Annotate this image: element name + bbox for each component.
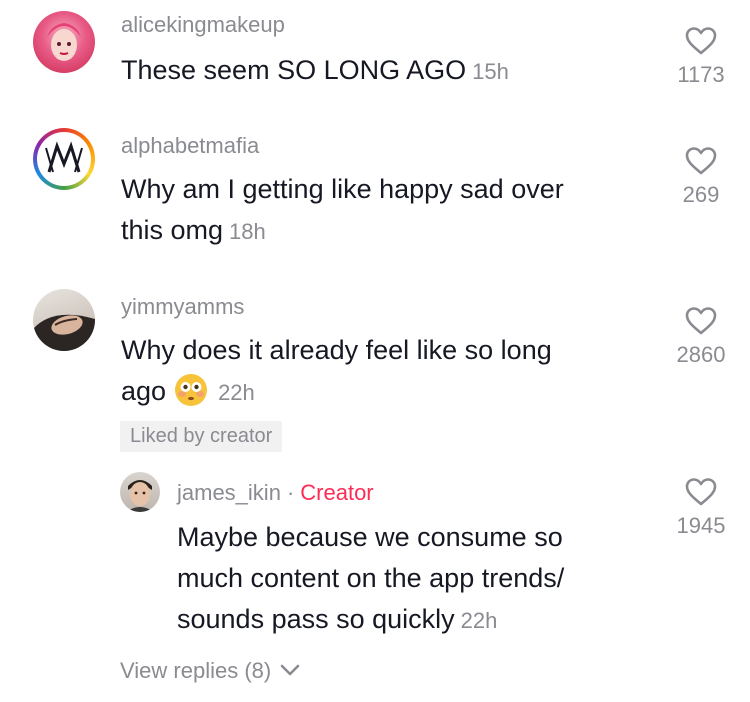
separator: · bbox=[286, 480, 295, 505]
reply-time: 22h bbox=[460, 608, 498, 633]
heart-outline-icon bbox=[685, 478, 717, 506]
avatar[interactable] bbox=[33, 289, 95, 351]
comment-body-line: ago 22h bbox=[121, 371, 552, 413]
comment-body: this omg bbox=[121, 215, 224, 245]
liked-by-creator-badge: Liked by creator bbox=[120, 421, 283, 452]
like-count: 1173 bbox=[677, 62, 725, 87]
avatar[interactable] bbox=[120, 472, 160, 512]
reply-header: james_ikin · Creator bbox=[177, 480, 374, 506]
comment-text: Why am I getting like happy sad over thi… bbox=[121, 169, 564, 252]
avatar-face-icon bbox=[33, 314, 95, 351]
comment-username[interactable]: alphabetmafia bbox=[121, 133, 259, 159]
reply-body-line: Maybe because we consume so bbox=[177, 522, 563, 552]
view-replies-button[interactable]: View replies (8) bbox=[120, 658, 301, 684]
reply-body: sounds pass so quickly bbox=[177, 604, 455, 634]
like-count: 269 bbox=[682, 182, 720, 207]
comment-time: 18h bbox=[229, 219, 266, 244]
creator-label: Creator bbox=[300, 480, 374, 505]
reply-text: Maybe because we consume so much content… bbox=[177, 517, 564, 641]
heart-outline-icon bbox=[685, 307, 717, 335]
like-button[interactable]: 1945 bbox=[656, 477, 746, 539]
avatar[interactable] bbox=[33, 128, 95, 190]
comment-body-line: Why am I getting like happy sad over bbox=[121, 174, 564, 204]
comment-time: 15h bbox=[472, 59, 509, 84]
comment-body-line: Why does it already feel like so long bbox=[121, 335, 552, 365]
like-button[interactable]: 1173 bbox=[656, 26, 746, 88]
comment-body-line: this omg 18h bbox=[121, 210, 564, 252]
comment-time: 22h bbox=[218, 380, 255, 405]
avatar-face-icon bbox=[47, 23, 81, 61]
comment-text: These seem SO LONG AGO 15h bbox=[121, 50, 509, 92]
view-replies-label: View replies (8) bbox=[120, 658, 272, 683]
comment-text: Why does it already feel like so long ag… bbox=[121, 330, 552, 413]
comment-body: These seem SO LONG AGO bbox=[121, 55, 467, 85]
heart-outline-icon bbox=[685, 147, 717, 175]
heart-outline-icon bbox=[685, 27, 717, 55]
like-button[interactable]: 2860 bbox=[656, 306, 746, 368]
reply-username[interactable]: james_ikin bbox=[177, 480, 281, 505]
like-button[interactable]: 269 bbox=[656, 146, 746, 208]
avatar-face-icon bbox=[126, 480, 154, 512]
like-count: 2860 bbox=[676, 342, 726, 367]
comment-username[interactable]: yimmyamms bbox=[121, 294, 244, 320]
reply-body-line: sounds pass so quickly 22h bbox=[177, 599, 564, 641]
comment-username[interactable]: alicekingmakeup bbox=[121, 12, 285, 38]
avatar[interactable] bbox=[33, 11, 95, 73]
comment-body: ago bbox=[121, 376, 167, 406]
reply-body-line: much content on the app trends/ bbox=[177, 563, 565, 593]
like-count: 1945 bbox=[676, 513, 726, 538]
flushed-face-icon bbox=[174, 373, 208, 407]
chevron-down-icon bbox=[281, 664, 300, 676]
logo-m-icon bbox=[45, 141, 83, 173]
